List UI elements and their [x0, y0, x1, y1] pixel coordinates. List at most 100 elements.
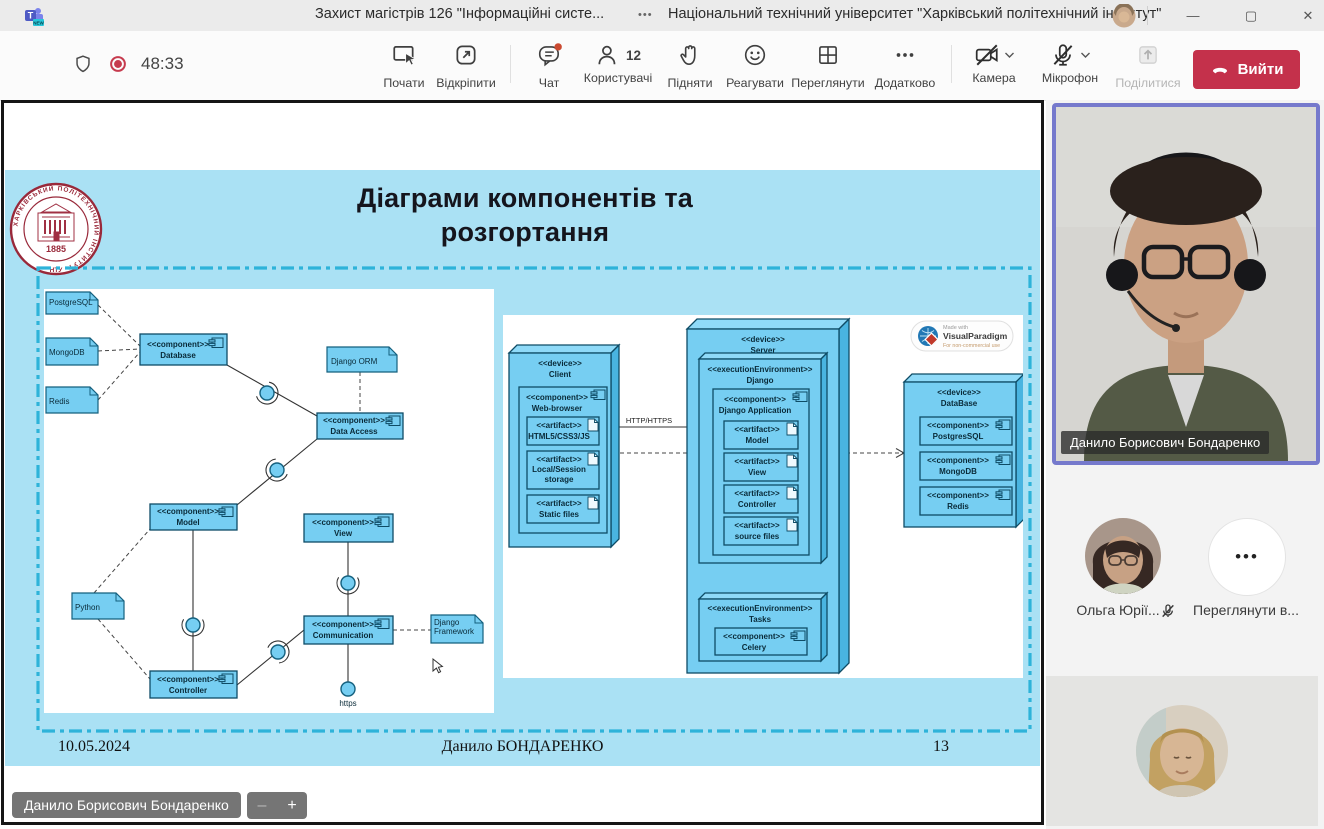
cd-note-django-orm: Django ORM — [327, 347, 397, 372]
react-smiley-icon — [742, 42, 768, 68]
svg-text:Django: Django — [746, 376, 773, 385]
shared-screen-area: ХАРКІВСЬКИЙ ПОЛІТЕХНІЧНИЙ ІНСТИТУТ НТУ 1… — [1, 100, 1044, 825]
cd-component-controller: <<component>> Controller — [150, 671, 237, 698]
zoom-in-button[interactable]: + — [277, 797, 307, 815]
svg-text:<<device>>: <<device>> — [741, 335, 785, 344]
cd-component-database: <<component>> Database — [140, 334, 227, 365]
meeting-timer: 48:33 — [141, 54, 184, 74]
svg-text:Web-browser: Web-browser — [532, 404, 583, 413]
svg-text:Communication: Communication — [313, 631, 374, 640]
svg-text:Django: Django — [434, 618, 460, 627]
user-avatar[interactable] — [1112, 4, 1136, 28]
dd-component-redis: <<component>> Redis — [920, 487, 1012, 515]
toolbar-unpin-button[interactable]: Відкріпити — [424, 42, 508, 90]
svg-text:Celery: Celery — [742, 643, 767, 652]
svg-text:<<component>>: <<component>> — [157, 675, 219, 684]
teams-app-icon[interactable]: T NEW — [24, 6, 44, 26]
svg-text:HTML5/CSS3/JS: HTML5/CSS3/JS — [528, 432, 590, 441]
svg-text:Redis: Redis — [947, 502, 969, 511]
toolbar-more-button[interactable]: Додатково — [863, 42, 947, 90]
svg-text:<<component>>: <<component>> — [147, 340, 209, 349]
view-more-label: Переглянути в... — [1190, 602, 1302, 618]
toolbar-camera-button[interactable]: Камера — [952, 42, 1036, 85]
svg-text:Data Access: Data Access — [330, 427, 378, 436]
slide-author: Данило БОНДАРЕНКО — [5, 738, 1040, 756]
zoom-out-button[interactable]: – — [247, 797, 277, 815]
chevron-down-icon[interactable] — [1004, 51, 1015, 59]
toolbar-view-button[interactable]: Переглянути — [786, 42, 870, 90]
university-logo: ХАРКІВСЬКИЙ ПОЛІТЕХНІЧНИЙ ІНСТИТУТ НТУ 1… — [9, 182, 103, 276]
participant-video-tile[interactable] — [1046, 676, 1318, 826]
cd-note-redis: Redis — [46, 387, 98, 413]
speaker-video — [1056, 107, 1316, 461]
speaker-video-tile[interactable]: Данило Борисович Бондаренко — [1052, 103, 1320, 465]
presenter-name-pill: Данило Борисович Бондаренко — [12, 792, 241, 818]
dd-env-django: <<executionEnvironment>> Django <<compon… — [699, 353, 827, 563]
svg-text:<<executionEnvironment>>: <<executionEnvironment>> — [708, 604, 813, 613]
view-grid-icon — [815, 42, 841, 68]
minimize-button[interactable]: — — [1173, 0, 1213, 31]
slide-page-number: 13 — [933, 738, 949, 756]
svg-text:<<component>>: <<component>> — [723, 632, 785, 641]
titlebar-overflow-button[interactable]: ••• — [638, 9, 653, 21]
participant-avatar-bottom — [1136, 705, 1228, 797]
svg-text:Controller: Controller — [738, 500, 776, 509]
dd-artifact-source-files: <<artifact>> source files — [724, 517, 798, 545]
dd-http-label: HTTP/HTTPS — [626, 416, 672, 425]
toolbar-label: Додатково — [863, 76, 947, 90]
cd-component-communication: <<component>> Communication — [304, 616, 393, 644]
toolbar-label: Поділитися — [1106, 76, 1190, 90]
org-name: Національний технічний університет "Харк… — [668, 6, 1161, 22]
mic-off-icon — [1050, 42, 1076, 68]
svg-text:PostgreSQL: PostgreSQL — [49, 298, 93, 307]
video-sidebar: Данило Борисович Бондаренко Ольга Юрії..… — [1046, 100, 1324, 829]
toolbar-mic-button[interactable]: Мікрофон — [1028, 42, 1112, 85]
svg-text:<<component>>: <<component>> — [927, 421, 989, 430]
deployment-diagram-panel: HTTP/HTTPS <<device>> Client — [503, 315, 1023, 678]
recording-indicator-icon — [107, 53, 129, 75]
dd-artifact-view: <<artifact>> View — [724, 453, 798, 481]
svg-text:Redis: Redis — [49, 397, 69, 406]
titlebar-divider — [1147, 6, 1148, 25]
dd-artifact-local-session: <<artifact>> Local/Session storage — [527, 451, 599, 489]
dd-component-postgressql: <<component>> PostgresSQL — [920, 417, 1012, 445]
leave-button[interactable]: Вийти — [1193, 50, 1300, 89]
presentation-slide: ХАРКІВСЬКИЙ ПОЛІТЕХНІЧНИЙ ІНСТИТУТ НТУ 1… — [5, 170, 1040, 766]
window-titlebar: T NEW Захист магістрів 126 "Інформаційні… — [0, 0, 1324, 32]
svg-text:MongoDB: MongoDB — [939, 467, 977, 476]
svg-text:<<device>>: <<device>> — [937, 388, 981, 397]
svg-text:View: View — [334, 529, 353, 538]
dd-artifact-html: <<artifact>> HTML5/CSS3/JS — [527, 417, 599, 445]
cd-note-mongodb: MongoDB — [46, 338, 98, 365]
maximize-button[interactable]: ▢ — [1231, 0, 1271, 31]
svg-text:<<component>>: <<component>> — [927, 456, 989, 465]
svg-text:<<component>>: <<component>> — [312, 620, 374, 629]
svg-text:<<artifact>>: <<artifact>> — [734, 457, 780, 466]
toolbar-label: Відкріпити — [424, 76, 508, 90]
participant-mic-off-icon — [1160, 603, 1176, 619]
cd-component-view: <<component>> View — [304, 514, 393, 542]
slide-title-line2: розгортання — [230, 215, 820, 249]
svg-text:VisualParadigm: VisualParadigm — [943, 331, 1008, 341]
svg-text:Model: Model — [745, 436, 768, 445]
dd-node-client: <<device>> Client <<component>> Web-brow… — [509, 345, 619, 547]
svg-text:<<component>>: <<component>> — [312, 518, 374, 527]
svg-text:<<component>>: <<component>> — [927, 491, 989, 500]
meeting-toolbar: 48:33 Почати Відкріпити Чат 12 — [0, 31, 1324, 101]
svg-text:Static files: Static files — [539, 510, 580, 519]
svg-text:For non-commercial use: For non-commercial use — [943, 343, 1000, 349]
toolbar-react-button[interactable]: Реагувати — [713, 42, 797, 90]
svg-text:<<component>>: <<component>> — [157, 507, 219, 516]
mouse-cursor — [433, 659, 442, 673]
svg-text:PostgresSQL: PostgresSQL — [933, 432, 984, 441]
participant-avatar-olga[interactable] — [1085, 518, 1161, 594]
participants-icon — [595, 42, 621, 68]
close-button[interactable]: ✕ — [1288, 0, 1324, 31]
more-participants-button[interactable]: ••• — [1208, 518, 1286, 596]
toolbar-label: Мікрофон — [1028, 71, 1112, 85]
svg-text:Controller: Controller — [169, 686, 207, 695]
chevron-down-icon[interactable] — [1080, 51, 1091, 59]
svg-text:<<device>>: <<device>> — [538, 359, 582, 368]
svg-text:Client: Client — [549, 370, 572, 379]
svg-text:<<component>>: <<component>> — [323, 416, 385, 425]
